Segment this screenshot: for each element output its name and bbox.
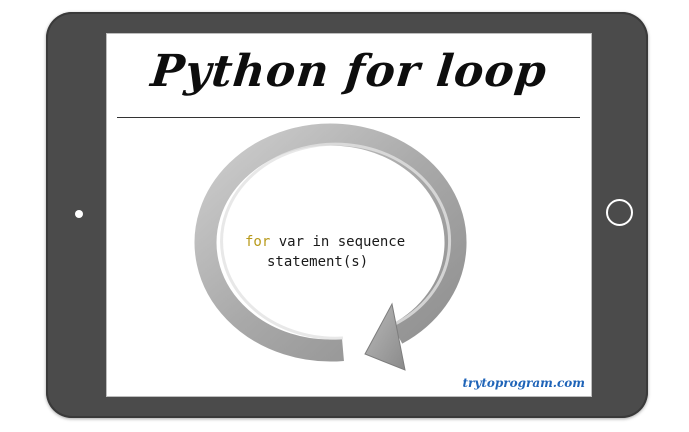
- code-snippet: for var in sequence statement(s): [245, 232, 405, 272]
- watermark-link[interactable]: trytoprogram.com: [463, 376, 585, 390]
- code-line-2: statement(s): [267, 254, 369, 270]
- home-button[interactable]: [606, 199, 633, 226]
- camera-dot-icon: [75, 210, 83, 218]
- page: Python for loop for var in sequence stat…: [0, 0, 689, 432]
- loop-arrow-head: [364, 302, 406, 371]
- tablet-screen: Python for loop for var in sequence stat…: [107, 34, 591, 396]
- code-line-1: for var in sequence: [245, 232, 405, 252]
- code-line-1-rest: var in sequence: [270, 234, 406, 250]
- circular-arrow-icon: [194, 123, 467, 371]
- code-keyword: for: [245, 234, 271, 250]
